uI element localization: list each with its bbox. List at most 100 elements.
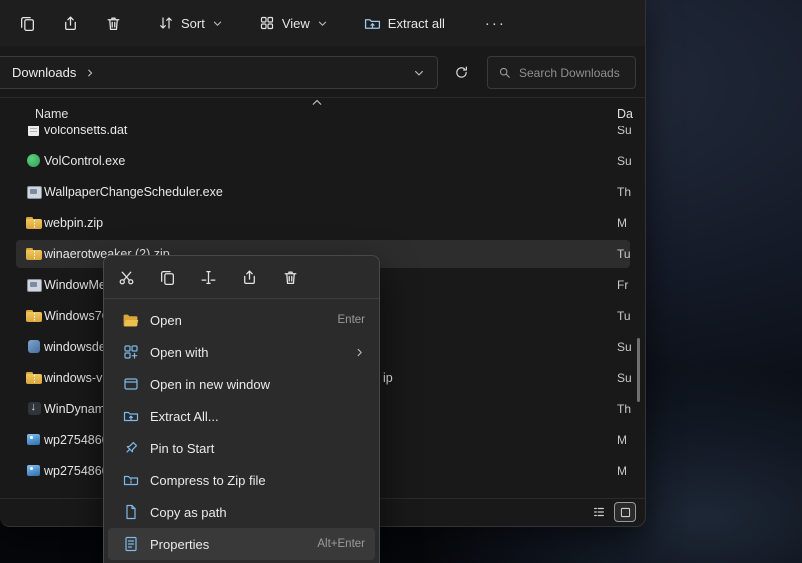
context-menu-items: Open Enter Open with Open in new window: [104, 299, 379, 563]
menu-item-label: Extract All...: [150, 408, 219, 424]
rename-icon: [200, 269, 217, 286]
more-options-button[interactable]: ···: [476, 8, 515, 39]
cut-button[interactable]: [117, 268, 136, 287]
file-row[interactable]: webpin.zip M: [0, 207, 646, 238]
shortcut-label: Alt+Enter: [317, 538, 365, 550]
zip-folder-icon: [364, 15, 381, 32]
cut-icon: [118, 269, 135, 286]
file-name: Windows7G: [44, 308, 112, 323]
more-options-icon: ···: [484, 14, 506, 32]
new-window-icon: [122, 376, 139, 393]
app-icon: [26, 277, 42, 293]
app-icon: [26, 153, 42, 169]
app-icon: [26, 184, 42, 200]
folder-open-icon: [122, 312, 139, 329]
menu-item-open-with[interactable]: Open with: [108, 336, 375, 368]
menu-item-copy-as-path[interactable]: Copy as path: [108, 496, 375, 528]
toolbar: Sort View Extract all ···: [0, 0, 645, 46]
extract-all-label: Extract all: [387, 15, 445, 31]
details-view-button[interactable]: [589, 503, 609, 521]
extract-all-button[interactable]: Extract all: [355, 8, 454, 39]
delete-button[interactable]: [96, 8, 131, 39]
delete-button[interactable]: [281, 268, 300, 287]
file-date: Th: [617, 184, 632, 199]
file-name: windowsde: [44, 339, 106, 354]
chevron-down-icon: [317, 18, 328, 29]
file-row[interactable]: WallpaperChangeScheduler.exe Th: [0, 176, 646, 207]
file-date: Su: [617, 153, 632, 168]
zip-folder-icon: [26, 246, 42, 262]
extract-icon: [122, 408, 139, 425]
search-input[interactable]: [519, 65, 625, 80]
file-name: webpin.zip: [44, 215, 104, 230]
file-row[interactable]: VolControl.exe Su: [0, 145, 646, 176]
zip-folder-icon: [26, 370, 42, 386]
copy-icon: [159, 269, 176, 286]
context-menu: Open Enter Open with Open in new window: [103, 255, 380, 563]
app-icon: [26, 339, 42, 355]
column-name[interactable]: Name: [35, 107, 68, 121]
view-grid-icon: [259, 15, 275, 31]
large-thumbnails-view-button[interactable]: [614, 502, 636, 522]
copy-button[interactable]: [10, 8, 45, 39]
image-icon: [26, 463, 42, 479]
file-name-tail: ip: [383, 370, 393, 385]
sort-button[interactable]: Sort: [149, 8, 232, 38]
share-button[interactable]: [240, 268, 259, 287]
document-icon: [26, 126, 42, 138]
rename-button[interactable]: [199, 268, 218, 287]
quick-actions-row: [104, 256, 379, 299]
refresh-button[interactable]: [444, 56, 478, 89]
file-date: Su: [617, 339, 632, 354]
menu-item-open-in-new-window[interactable]: Open in new window: [108, 368, 375, 400]
menu-item-extract-all[interactable]: Extract All...: [108, 400, 375, 432]
file-name: WindowMe: [44, 277, 106, 292]
menu-item-label: Open in new window: [150, 376, 270, 392]
compress-icon: [122, 472, 139, 489]
menu-item-properties[interactable]: Properties Alt+Enter: [108, 528, 375, 560]
file-date: Tu: [617, 246, 631, 261]
copy-button[interactable]: [158, 268, 177, 287]
address-row: Downloads: [0, 46, 645, 98]
sort-label: Sort: [181, 15, 205, 31]
pin-icon: [122, 440, 139, 457]
menu-item-compress-to-zip[interactable]: Compress to Zip file: [108, 464, 375, 496]
search-box: [487, 56, 636, 89]
menu-item-open[interactable]: Open Enter: [108, 304, 375, 336]
refresh-icon: [454, 65, 469, 80]
submenu-chevron-icon: [354, 347, 365, 358]
menu-item-label: Copy as path: [150, 504, 227, 520]
copy-icon: [19, 15, 36, 32]
chevron-down-icon: [212, 18, 223, 29]
zip-folder-icon: [26, 308, 42, 324]
share-icon: [241, 269, 258, 286]
address-dropdown-chevron-icon[interactable]: [413, 67, 425, 79]
breadcrumb[interactable]: Downloads: [12, 65, 76, 80]
search-icon: [498, 66, 511, 79]
share-icon: [62, 15, 79, 32]
sort-arrows-icon: [158, 15, 174, 31]
view-label: View: [281, 15, 310, 31]
details-view-icon: [592, 505, 606, 519]
delete-icon: [105, 15, 122, 32]
file-row[interactable]: volconsetts.dat Su: [0, 126, 646, 145]
sort-ascending-chevron-icon[interactable]: [311, 98, 323, 106]
file-date: M: [617, 215, 627, 230]
view-toggles: [589, 502, 636, 522]
menu-item-pin-to-start[interactable]: Pin to Start: [108, 432, 375, 464]
file-date: Su: [617, 126, 632, 137]
menu-item-label: Open: [150, 312, 182, 328]
shortcut-label: Enter: [337, 314, 366, 326]
share-button[interactable]: [53, 8, 88, 39]
open-with-icon: [122, 344, 139, 361]
menu-item-label: Properties: [150, 536, 210, 552]
chevron-right-icon: [85, 68, 95, 78]
file-name: volconsetts.dat: [44, 126, 128, 137]
column-date[interactable]: Da: [617, 107, 633, 121]
address-bar[interactable]: Downloads: [0, 56, 438, 89]
file-date: Su: [617, 370, 632, 385]
file-name: VolControl.exe: [44, 153, 126, 168]
view-button[interactable]: View: [250, 8, 337, 38]
file-date: Fr: [617, 277, 629, 292]
menu-item-label: Open with: [150, 344, 209, 360]
